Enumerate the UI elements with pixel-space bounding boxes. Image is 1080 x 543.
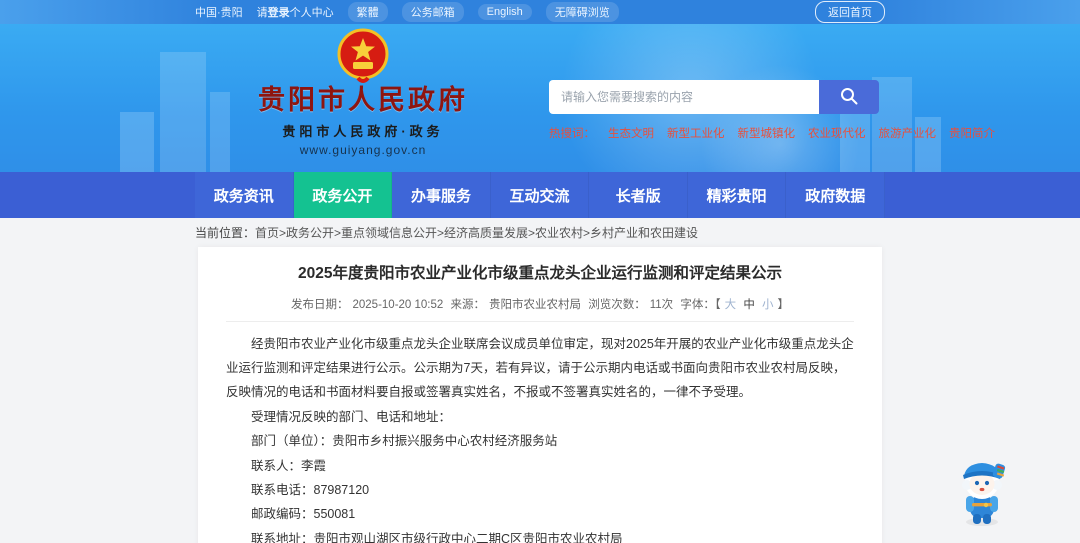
english-link[interactable]: English: [477, 4, 532, 20]
article-paragraph: 联系电话：87987120: [251, 482, 370, 497]
traditional-chinese-link[interactable]: 繁體: [347, 2, 388, 22]
breadcrumb: 当前位置：首页>政务公开>重点领域信息公开>经济高质量发展>农业农村>乡村产业和…: [195, 224, 885, 241]
search-area: 热搜词： 生态文明 新型工业化 新型城镇化 农业现代化 旅游产业化 贵阳简介: [549, 80, 995, 141]
nav-item-hudong-jiaoliu[interactable]: 互动交流: [490, 172, 590, 218]
views-label: 浏览次数：: [588, 298, 646, 311]
font-size-small-button[interactable]: 小: [762, 299, 774, 311]
article-paragraph: 受理情况反映的部门、电话和地址：: [251, 409, 452, 424]
article-body: 经贵阳市农业产业化市级重点龙头企业联席会议成员单位审定，现对2025年开展的农业…: [226, 332, 854, 543]
search-input[interactable]: [549, 80, 819, 114]
site-header-banner: 贵阳市人民政府 贵阳市人民政府·政务 www.guiyang.gov.cn 热搜…: [0, 24, 1080, 172]
national-emblem-icon: [336, 28, 390, 86]
nav-item-jingcai-guiyang[interactable]: 精彩贵阳: [687, 172, 787, 218]
font-size-large-button[interactable]: 大: [725, 299, 737, 311]
article-paragraph: 经贵阳市农业产业化市级重点龙头企业联席会议成员单位审定，现对2025年开展的农业…: [226, 336, 854, 400]
breadcrumb-bar: 当前位置：首页>政务公开>重点领域信息公开>经济高质量发展>农业农村>乡村产业和…: [0, 218, 1080, 247]
login-entry[interactable]: 请登录个人中心: [257, 4, 334, 20]
accessibility-link[interactable]: 无障碍浏览: [545, 2, 619, 22]
login-prefix: 请: [256, 7, 268, 19]
article-paragraph: 联系地址：贵阳市观山湖区市级行政中心二期C区贵阳市农业农村局: [251, 531, 623, 543]
search-icon: [839, 86, 859, 109]
hot-search-word[interactable]: 新型城镇化: [738, 125, 796, 141]
hot-search-word[interactable]: 旅游产业化: [879, 125, 937, 141]
city-silhouette: [120, 112, 154, 172]
hot-search-row: 热搜词： 生态文明 新型工业化 新型城镇化 农业现代化 旅游产业化 贵阳简介: [549, 125, 995, 141]
site-url: www.guiyang.gov.cn: [299, 142, 427, 157]
font-size-label: 字体：【: [680, 298, 721, 311]
site-logo[interactable]: 贵阳市人民政府 贵阳市人民政府·政务 www.guiyang.gov.cn: [213, 28, 513, 157]
back-home-button[interactable]: 返回首页: [815, 1, 885, 23]
nav-item-zhengwu-gongkai[interactable]: 政务公开: [293, 172, 393, 218]
search-button[interactable]: [819, 80, 879, 114]
hot-search-word[interactable]: 农业现代化: [808, 125, 866, 141]
article-paragraph: 部门（单位）：贵阳市乡村振兴服务中心农村经济服务站: [251, 434, 558, 449]
article-meta: 发布日期： 2025-10-20 10:52 来源： 贵阳市农业农村局 浏览次数： 1…: [226, 296, 854, 322]
login-suffix: 个人中心: [289, 7, 334, 19]
breadcrumb-label: 当前位置：: [195, 226, 256, 240]
hot-search-word[interactable]: 贵阳简介: [949, 125, 995, 141]
breadcrumb-path[interactable]: 首页>政务公开>重点领域信息公开>经济高质量发展>农业农村>乡村产业和农田建设: [255, 226, 698, 240]
hot-search-word[interactable]: 新型工业化: [667, 125, 725, 141]
login-link[interactable]: 登录: [268, 7, 290, 19]
page-content: 2025年度贵阳市农业产业化市级重点龙头企业运行监测和评定结果公示 发布日期： 2…: [0, 247, 1080, 543]
official-mail-link[interactable]: 公务邮箱: [401, 2, 464, 22]
article-card: 2025年度贵阳市农业产业化市级重点龙头企业运行监测和评定结果公示 发布日期： 2…: [198, 247, 882, 543]
nav-item-zhangzheban[interactable]: 长者版: [589, 172, 688, 218]
font-size-label-close: 】: [777, 298, 790, 311]
nav-item-zhengwu-zixun[interactable]: 政务资讯: [195, 172, 294, 218]
views-value: 11次: [649, 298, 674, 311]
site-title: 贵阳市人民政府: [258, 85, 468, 115]
top-utility-bar: 中国·贵阳 请登录个人中心 繁體 公务邮箱 English 无障碍浏览 返回首页: [0, 0, 1080, 24]
publish-date-label: 发布日期：: [290, 298, 349, 311]
article-title: 2025年度贵阳市农业产业化市级重点龙头企业运行监测和评定结果公示: [298, 265, 782, 282]
nav-item-zhengfu-shuju[interactable]: 政府数据: [786, 172, 886, 218]
region-link[interactable]: 中国·贵阳: [195, 4, 243, 20]
source-label: 来源：: [450, 298, 486, 311]
publish-date: 2025-10-20 10:52: [352, 298, 444, 311]
article-paragraph: 邮政编码：550081: [251, 507, 356, 522]
main-navigation: 政务资讯 政务公开 办事服务 互动交流 长者版 精彩贵阳 政府数据: [0, 172, 1080, 218]
article-paragraph: 联系人：李霞: [251, 458, 327, 473]
mascot-assistant[interactable]: [946, 452, 1018, 528]
font-size-medium-button[interactable]: 中: [743, 299, 755, 311]
hot-search-word[interactable]: 生态文明: [608, 125, 654, 141]
hot-search-label: 热搜词：: [549, 128, 595, 140]
site-subtitle: 贵阳市人民政府·政务: [282, 123, 444, 139]
nav-item-banshi-fuwu[interactable]: 办事服务: [392, 172, 491, 218]
source-value: 贵阳市农业农村局: [489, 298, 581, 311]
